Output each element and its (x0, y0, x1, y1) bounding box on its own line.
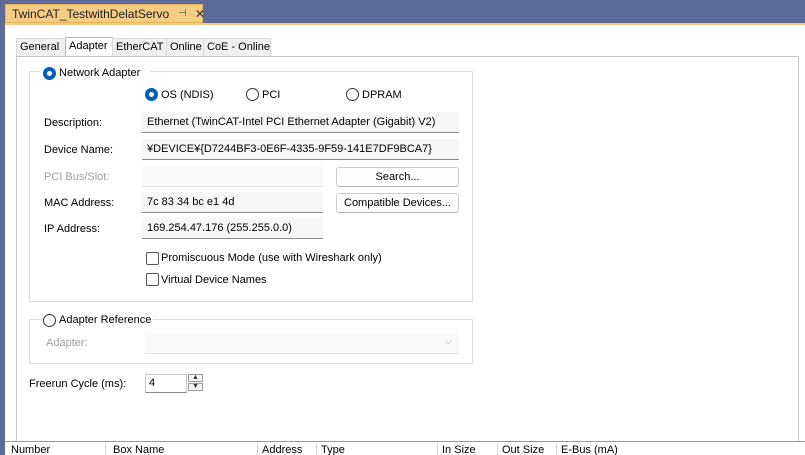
network-adapter-radio[interactable] (43, 67, 56, 80)
tab-ethercat[interactable]: EtherCAT (112, 38, 167, 56)
document-tab-title: TwinCAT_TestwithDelatServo (12, 6, 170, 21)
compatible-devices-button[interactable]: Compatible Devices... (336, 193, 459, 213)
pci-bus-slot-field[interactable] (142, 166, 323, 187)
column-ebus[interactable]: E-Bus (mA) (561, 444, 618, 455)
close-icon[interactable]: ✕ (195, 7, 205, 21)
tab-adapter[interactable]: Adapter (65, 37, 113, 57)
description-field[interactable]: Ethernet (TwinCAT-Intel PCI Ethernet Ada… (142, 112, 459, 133)
adapter-panel: Network Adapter OS (NDIS) PCI DPRAM Desc… (16, 56, 799, 442)
mac-address-label: MAC Address: (44, 197, 115, 209)
ip-address-field[interactable]: 169.254.47.176 (255.255.0.0) (142, 218, 323, 239)
virtual-device-names-checkbox[interactable] (146, 273, 159, 286)
column-type[interactable]: Type (321, 444, 345, 455)
search-button[interactable]: Search... (336, 167, 459, 187)
document-tab[interactable]: TwinCAT_TestwithDelatServo ⊣ ✕ (5, 4, 205, 23)
tab-online[interactable]: Online (166, 38, 204, 56)
os-ndis-label: OS (NDIS) (161, 89, 214, 101)
device-name-label: Device Name: (44, 144, 114, 156)
pin-icon[interactable]: ⊣ (178, 8, 187, 19)
adapter-reference-label: Adapter Reference (59, 314, 152, 326)
chevron-down-icon: ⌵ (445, 336, 452, 346)
pci-label: PCI (262, 89, 281, 101)
column-in-size[interactable]: In Size (442, 444, 476, 455)
column-address[interactable]: Address (262, 444, 302, 455)
column-box-name[interactable]: Box Name (113, 444, 164, 455)
ip-address-label: IP Address: (44, 223, 101, 235)
network-adapter-label: Network Adapter (59, 67, 141, 79)
tab-general[interactable]: General (16, 38, 66, 56)
description-label: Description: (44, 117, 103, 129)
spin-down-icon[interactable]: ▼ (188, 383, 203, 391)
freerun-cycle-stepper[interactable]: ▲ ▼ (188, 374, 203, 393)
dpram-radio[interactable] (346, 88, 359, 101)
column-number[interactable]: Number (11, 444, 50, 455)
box-list-header: Number Box Name Address Type In Size Out… (5, 441, 805, 455)
promiscuous-mode-checkbox[interactable] (146, 252, 159, 265)
freerun-cycle-label: Freerun Cycle (ms): (29, 378, 127, 390)
pci-bus-slot-label: PCI Bus/Slot: (44, 171, 110, 183)
device-name-field[interactable]: ¥DEVICE¥{D7244BF3-0E6F-4335-9F59-141E7DF… (142, 139, 459, 160)
adapter-select[interactable] (145, 333, 459, 354)
column-out-size[interactable]: Out Size (502, 444, 544, 455)
pci-radio[interactable] (246, 88, 259, 101)
freerun-cycle-input[interactable]: 4 (145, 374, 187, 393)
mac-address-field[interactable]: 7c 83 34 bc e1 4d (142, 192, 323, 213)
spin-up-icon[interactable]: ▲ (188, 374, 203, 382)
tab-coe-online[interactable]: CoE - Online (203, 38, 271, 56)
virtual-device-names-label: Virtual Device Names (161, 274, 267, 286)
os-ndis-radio[interactable] (145, 88, 158, 101)
promiscuous-mode-label: Promiscuous Mode (use with Wireshark onl… (161, 252, 382, 264)
dpram-label: DPRAM (362, 89, 402, 101)
adapter-reference-radio[interactable] (43, 314, 56, 327)
editor-frame: General Adapter EtherCAT Online CoE - On… (5, 23, 805, 455)
adapter-label: Adapter: (46, 337, 88, 349)
